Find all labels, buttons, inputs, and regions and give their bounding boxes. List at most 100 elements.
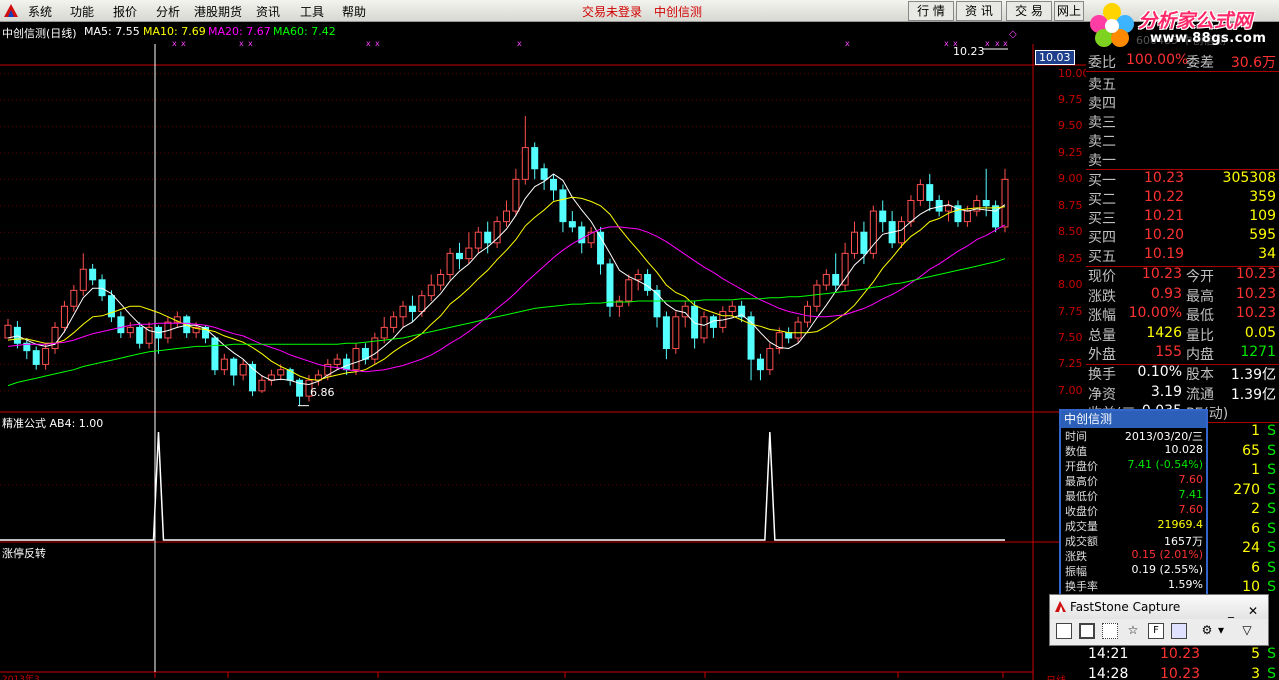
sell-row: 卖五 — [1088, 74, 1278, 93]
info-value: 0.10% — [1137, 364, 1182, 380]
sell-level-label: 卖一 — [1088, 153, 1116, 169]
chart-svg: x x x x x x x x x x x x x◇ — [0, 29, 1086, 680]
capture-freehand-icon[interactable]: ☆ — [1124, 623, 1142, 639]
tick-time: 14:28 — [1088, 666, 1129, 680]
menu-analysis[interactable]: 分析 — [156, 3, 180, 20]
stat-value: 10.23 — [1235, 285, 1276, 302]
price-tick-label: 9.75 — [1058, 93, 1083, 106]
capture-scrolling-icon[interactable] — [1171, 623, 1187, 639]
ma5-label: MA5: 7.55 — [84, 25, 140, 38]
capture-rectangle-icon[interactable] — [1102, 623, 1118, 639]
tooltip-title[interactable]: 中创信测 — [1061, 411, 1206, 428]
menu-hk-futures[interactable]: 港股期货 — [194, 3, 242, 20]
menu-function[interactable]: 功能 — [70, 3, 94, 20]
buy-row[interactable]: 买一 10.23 305308 — [1088, 170, 1278, 189]
weibi-value: 100.00% — [1126, 52, 1189, 68]
tab-quotes[interactable]: 行 情 — [908, 1, 954, 21]
menu-news[interactable]: 资讯 — [256, 3, 280, 20]
tooltip-key: 成交额 — [1065, 535, 1098, 548]
tooltip-value: 21969.4 — [1157, 518, 1204, 531]
candle-body — [606, 263, 614, 307]
current-stock-label: 中创信测 — [654, 5, 703, 19]
menu-tools[interactable]: 工具 — [300, 3, 324, 20]
sell-level-label: 卖三 — [1088, 115, 1116, 131]
info-row: 净资 3.19 流通 1.39亿 — [1088, 384, 1278, 403]
candle-body — [493, 221, 501, 244]
info-value: 1.39亿 — [1230, 367, 1276, 383]
stat-value: 10.00% — [1128, 305, 1182, 321]
tab-online[interactable]: 网上 — [1054, 1, 1084, 21]
buy-volume: 359 — [1249, 189, 1276, 205]
tooltip-row: 开盘价 7.41 (-0.54%) — [1061, 458, 1206, 473]
stat-label: 最低 — [1186, 308, 1214, 324]
buy-level-label: 买三 — [1088, 211, 1116, 227]
high-price-marker: 10.23 — [953, 45, 985, 58]
capture-object-icon[interactable] — [1079, 623, 1095, 639]
flower-logo-icon — [1090, 3, 1134, 47]
candle-body — [756, 358, 764, 371]
signal-marker: x — [985, 39, 990, 48]
chart-area[interactable]: x x x x x x x x x x x x x ◇ 中创信测(日线) MA5: 7.55 MA10: … — [0, 22, 1090, 680]
sell-row: 卖三 — [1088, 112, 1278, 131]
buy-row[interactable]: 买二 10.22 359 — [1088, 189, 1278, 208]
tab-news[interactable]: 资 讯 — [956, 1, 1002, 21]
candle-body — [4, 324, 12, 339]
candle-body — [766, 348, 774, 371]
stat-label: 外盘 — [1088, 347, 1116, 363]
stat-row: 总量 1426 量比 0.05 — [1088, 325, 1278, 344]
stat-label: 内盘 — [1186, 347, 1214, 363]
sell-level-label: 卖四 — [1088, 96, 1116, 112]
candle-body — [822, 274, 830, 286]
stat-value: 1426 — [1146, 324, 1182, 341]
tick-volume: 2 — [1251, 501, 1260, 517]
tooltip-key: 最高价 — [1065, 475, 1098, 488]
candle-body — [418, 295, 426, 313]
menu-quote[interactable]: 报价 — [113, 3, 137, 20]
buy-level-label: 买五 — [1088, 249, 1116, 265]
capture-window-icon[interactable] — [1056, 623, 1072, 639]
settings-icon[interactable]: ▽ — [1238, 623, 1256, 639]
tab-trade[interactable]: 交 易 — [1006, 1, 1052, 21]
candle-body — [89, 268, 97, 281]
candle-body — [239, 363, 247, 376]
login-status[interactable]: 交易未登录 — [582, 3, 642, 20]
signal-marker: x — [944, 39, 949, 48]
buy-row[interactable]: 买四 10.20 595 — [1088, 227, 1278, 246]
tooltip-row: 成交额 1657万 — [1061, 533, 1206, 548]
candle-body — [51, 326, 59, 350]
candle-body — [136, 326, 144, 344]
tick-volume: 270 — [1233, 481, 1260, 498]
tick-volume: 1 — [1251, 462, 1260, 478]
buy-row[interactable]: 买三 10.21 109 — [1088, 208, 1278, 227]
tooltip-row: 成交量 21969.4 — [1061, 518, 1206, 533]
weibi-label: 委比 — [1088, 55, 1116, 71]
output-dropdown-icon[interactable]: ▾ — [1212, 623, 1230, 639]
candle-body — [230, 358, 238, 376]
menu-help[interactable]: 帮助 — [342, 3, 366, 20]
sell-level-label: 卖二 — [1088, 134, 1116, 150]
tooltip-value: 2013/03/20/三 — [1124, 430, 1203, 443]
buy-level-label: 买二 — [1088, 192, 1116, 208]
sell-row: 卖四 — [1088, 93, 1278, 112]
menu-system[interactable]: 系统 — [28, 3, 52, 20]
candle-body — [992, 205, 1000, 228]
capture-fullscreen-icon[interactable]: F — [1148, 623, 1164, 639]
tick-volume: 5 — [1251, 646, 1260, 662]
candle-body — [531, 147, 539, 170]
signal-marker: x — [1003, 39, 1008, 48]
candle-body — [540, 168, 548, 180]
faststone-minimize-button[interactable]: _ — [1228, 599, 1234, 623]
info-value: 1.39亿 — [1230, 386, 1276, 403]
candle-body — [578, 226, 586, 244]
faststone-capture-toolbar[interactable]: FastStone Capture _ ✕ ☆ F ⚙ ▾ ▽ — [1049, 594, 1269, 646]
tick-row: 14:28 10.23 3 S — [1088, 666, 1278, 680]
tick-volume: 65 — [1242, 442, 1260, 459]
buy-price: 10.19 — [1144, 246, 1185, 262]
sell-row: 卖一 — [1088, 150, 1278, 169]
buy-price: 10.21 — [1144, 208, 1185, 224]
buy-row[interactable]: 买五 10.19 34 — [1088, 246, 1278, 265]
price-tick-label: 9.00 — [1058, 172, 1083, 186]
data-tooltip-window[interactable]: 中创信测 时间 2013/03/20/三 数值 10.028 开盘价 7.41 (-0.5… — [1059, 409, 1208, 601]
faststone-title-bar[interactable]: FastStone Capture _ ✕ — [1050, 595, 1268, 619]
faststone-close-button[interactable]: ✕ — [1248, 599, 1258, 623]
